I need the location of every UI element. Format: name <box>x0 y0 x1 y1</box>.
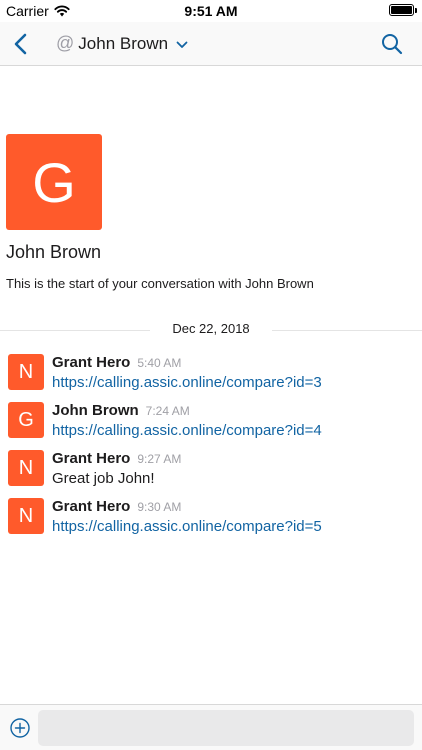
message-time: 9:30 AM <box>137 500 182 514</box>
battery-fill <box>391 6 412 14</box>
conversation-start-text: This is the start of your conversation w… <box>6 276 314 291</box>
status-bar: Carrier 9:51 AM <box>0 0 422 22</box>
avatar[interactable]: N <box>8 354 44 390</box>
sender-name[interactable]: Grant Hero <box>52 498 130 515</box>
sender-name[interactable]: Grant Hero <box>52 354 130 371</box>
message-header: Grant Hero 5:40 AM <box>52 354 181 371</box>
battery-icon <box>389 4 417 16</box>
date-divider-label: Dec 22, 2018 <box>150 321 272 336</box>
message-link[interactable]: https://calling.assic.online/compare?id=… <box>52 422 322 439</box>
search-icon <box>382 34 403 55</box>
avatar[interactable]: G <box>8 402 44 438</box>
message-list: N Grant Hero 5:40 AM https://calling.ass… <box>0 352 422 544</box>
message-time: 9:27 AM <box>137 452 182 466</box>
at-icon: @ <box>56 33 75 53</box>
back-button[interactable] <box>8 30 36 58</box>
message-header: Grant Hero 9:30 AM <box>52 498 181 515</box>
sender-name[interactable]: Grant Hero <box>52 450 130 467</box>
message-time: 7:24 AM <box>145 404 190 418</box>
avatar[interactable]: N <box>8 450 44 486</box>
avatar[interactable]: N <box>8 498 44 534</box>
message-link[interactable]: https://calling.assic.online/compare?id=… <box>52 374 322 391</box>
chevron-down-icon <box>176 41 188 48</box>
message-item: N Grant Hero 5:40 AM https://calling.ass… <box>0 352 422 400</box>
channel-title-button[interactable]: @ John Brown <box>56 33 188 54</box>
add-attachment-button[interactable] <box>10 718 30 738</box>
search-button[interactable] <box>380 32 404 56</box>
page-title: John Brown <box>78 33 169 53</box>
message-header: Grant Hero 9:27 AM <box>52 450 181 467</box>
message-time: 5:40 AM <box>137 356 182 370</box>
status-time: 9:51 AM <box>184 3 238 19</box>
plus-circle-icon <box>10 718 30 738</box>
message-input[interactable] <box>38 710 414 746</box>
chevron-left-icon <box>14 33 27 55</box>
message-item: G John Brown 7:24 AM https://calling.ass… <box>0 400 422 448</box>
message-link[interactable]: https://calling.assic.online/compare?id=… <box>52 518 322 535</box>
message-composer <box>0 704 422 750</box>
message-item: N Grant Hero 9:30 AM https://calling.ass… <box>0 496 422 544</box>
message-header: John Brown 7:24 AM <box>52 402 190 419</box>
sender-name[interactable]: John Brown <box>52 402 139 419</box>
message-text: Great job John! <box>52 470 155 487</box>
message-item: N Grant Hero 9:27 AM Great job John! <box>0 448 422 496</box>
nav-bar: @ John Brown <box>0 22 422 66</box>
conversation-avatar: G <box>6 134 102 230</box>
conversation-name: John Brown <box>6 242 102 262</box>
